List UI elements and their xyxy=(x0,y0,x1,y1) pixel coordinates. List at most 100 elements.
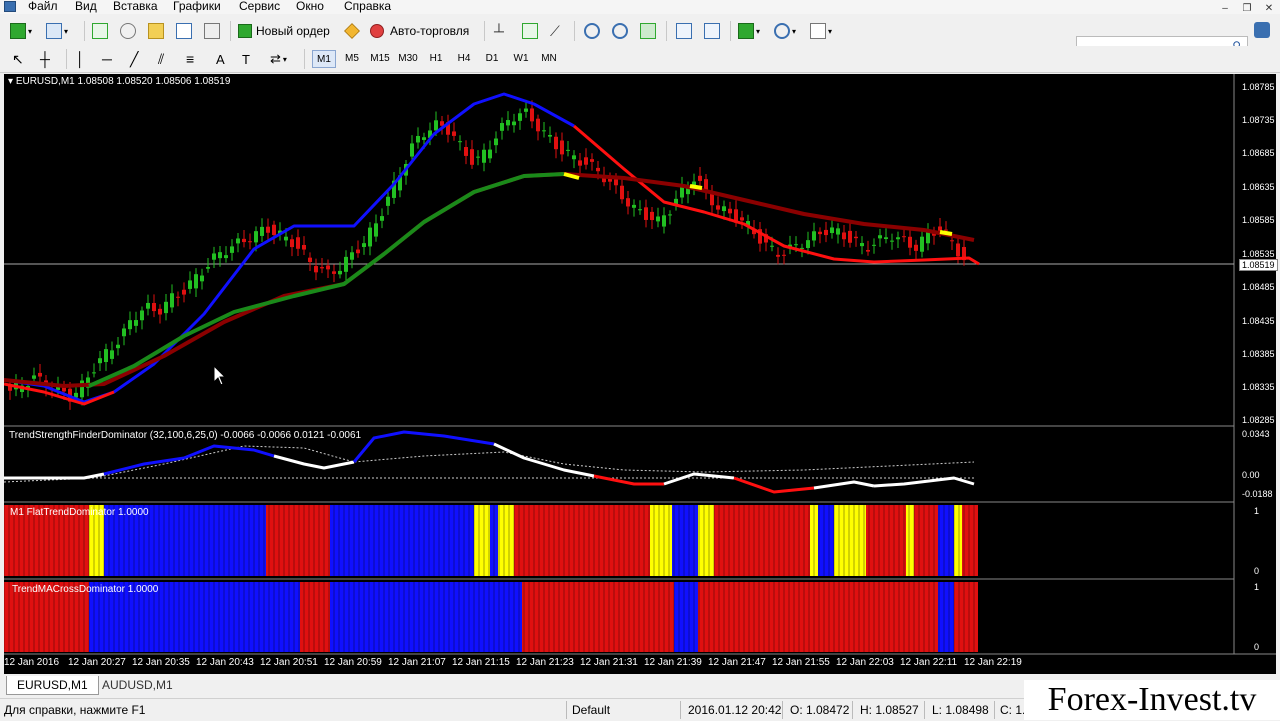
timeframe-m15[interactable]: M15 xyxy=(366,50,394,68)
menu-window[interactable]: Окно xyxy=(296,0,324,13)
market-watch-button[interactable] xyxy=(92,20,108,42)
timeframe-m30[interactable]: M30 xyxy=(394,50,422,68)
flat-trend-bar xyxy=(714,505,810,576)
menu-file[interactable]: Файл xyxy=(28,0,58,13)
candle-body xyxy=(164,301,168,314)
tile-windows-button[interactable] xyxy=(640,20,656,42)
app-icon[interactable] xyxy=(4,1,16,12)
vertical-line-tool[interactable]: │ xyxy=(76,48,85,70)
indicator2-level: 1 xyxy=(1254,506,1260,516)
indicator1-level: -0.0188 xyxy=(1242,489,1273,499)
candle-body xyxy=(578,160,582,166)
candle-body xyxy=(656,216,660,222)
candle-body xyxy=(878,235,882,239)
candle-body xyxy=(344,256,348,272)
autoscroll-button[interactable] xyxy=(676,20,692,42)
data-window-button[interactable] xyxy=(120,20,136,42)
timeframe-h1[interactable]: H1 xyxy=(424,50,448,68)
trendline-tool[interactable]: ╱ xyxy=(130,48,138,70)
indicators-button[interactable]: ▾ xyxy=(738,20,760,42)
periods-button[interactable]: ▾ xyxy=(774,20,796,42)
timeframe-m5[interactable]: M5 xyxy=(340,50,364,68)
menu-view[interactable]: Вид xyxy=(75,0,97,13)
bar-chart-button[interactable]: ┴ xyxy=(494,20,504,42)
candle-body xyxy=(248,241,252,243)
indicator3-label: TrendMACrossDominator 1.0000 xyxy=(12,584,159,595)
new-chart-button[interactable]: ▾ xyxy=(10,20,32,42)
cursor-icon: ↖ xyxy=(12,50,24,67)
candle-body xyxy=(242,238,246,243)
candle-body xyxy=(584,157,588,165)
menu-insert[interactable]: Вставка xyxy=(113,0,158,13)
timeframe-h4[interactable]: H4 xyxy=(452,50,476,68)
restore-icon[interactable]: ❐ xyxy=(1236,2,1258,16)
timeframe-w1[interactable]: W1 xyxy=(508,50,534,68)
menu-charts[interactable]: Графики xyxy=(173,0,221,13)
community-button[interactable] xyxy=(1254,19,1270,41)
candle-body xyxy=(128,320,132,330)
candle-body xyxy=(518,113,522,121)
tab-audusd-m1[interactable]: AUDUSD,M1 xyxy=(92,676,183,694)
indicator1-level: 0.00 xyxy=(1242,470,1260,480)
candle-body xyxy=(170,293,174,308)
candle-body xyxy=(272,224,276,235)
menu-help[interactable]: Справка xyxy=(344,0,391,13)
chart-shift-button[interactable] xyxy=(704,20,720,42)
minimize-icon[interactable]: – xyxy=(1214,2,1236,16)
candle-body xyxy=(500,123,504,131)
templates-button[interactable]: ▾ xyxy=(810,20,832,42)
timeframe-mn[interactable]: MN xyxy=(536,50,562,68)
tab-eurusd-m1[interactable]: EURUSD,M1 xyxy=(6,676,99,695)
zoom-out-button[interactable] xyxy=(612,20,628,42)
candle-body xyxy=(302,245,306,250)
candle-body xyxy=(902,236,906,238)
candle-body xyxy=(422,137,426,140)
candle-body xyxy=(650,211,654,221)
label-tool[interactable]: T xyxy=(242,48,250,70)
close-icon[interactable]: ✕ xyxy=(1258,2,1280,16)
line-chart-button[interactable]: ⟋ xyxy=(550,20,560,42)
price-level: 1.08685 xyxy=(1242,148,1275,158)
time-label: 12 Jan 21:55 xyxy=(772,657,830,668)
text-tool[interactable]: A xyxy=(216,48,225,70)
horizontal-line-tool[interactable]: ─ xyxy=(102,48,112,70)
fibonacci-tool[interactable]: ≡ xyxy=(186,48,194,70)
new-chart-icon xyxy=(10,23,26,39)
indicator1-label: TrendStrengthFinderDominator (32,100,6,2… xyxy=(9,430,362,441)
tester-button[interactable] xyxy=(204,20,220,42)
timeframe-m1[interactable]: M1 xyxy=(312,50,336,68)
chart-canvas[interactable] xyxy=(4,74,1276,674)
terminal-button[interactable] xyxy=(176,20,192,42)
autotrading-button[interactable]: Авто-торговля xyxy=(370,20,469,42)
arrows-tool[interactable]: ⇄ ▾ xyxy=(270,48,287,70)
crosshair-tool[interactable]: ┼ xyxy=(40,48,50,70)
chart-window[interactable]: ▾ EURUSD,M1 1.08508 1.08520 1.08506 1.08… xyxy=(4,74,1278,674)
price-level: 1.08535 xyxy=(1242,249,1275,259)
candle-body xyxy=(482,149,486,163)
candle-body xyxy=(452,131,456,136)
candle-body xyxy=(956,243,960,257)
candle-body xyxy=(188,280,192,289)
menu-tools[interactable]: Сервис xyxy=(239,0,280,13)
candlestick-button[interactable] xyxy=(522,20,538,42)
channel-tool[interactable]: ⫽ xyxy=(158,48,164,70)
new-order-button[interactable]: Новый ордер xyxy=(238,20,330,42)
indicator3-level: 0 xyxy=(1254,642,1260,652)
strength-line xyxy=(352,430,495,463)
strength-line xyxy=(493,442,595,478)
yellow-ma-segment xyxy=(689,184,703,190)
time-label: 12 Jan 20:35 xyxy=(132,657,190,668)
candle-body xyxy=(494,138,498,146)
navigator-button[interactable] xyxy=(148,20,164,42)
candle-body xyxy=(254,231,258,243)
timeframe-d1[interactable]: D1 xyxy=(480,50,504,68)
zoom-in-button[interactable] xyxy=(584,20,600,42)
cursor-tool[interactable]: ↖ xyxy=(12,48,24,70)
candle-body xyxy=(212,253,216,260)
profiles-button[interactable]: ▾ xyxy=(46,20,68,42)
metaeditor-button[interactable] xyxy=(344,20,360,42)
candle-body xyxy=(728,208,732,214)
flat-trend-bar xyxy=(498,505,514,576)
red-ma-line xyxy=(573,124,980,266)
candle-body xyxy=(854,236,858,239)
